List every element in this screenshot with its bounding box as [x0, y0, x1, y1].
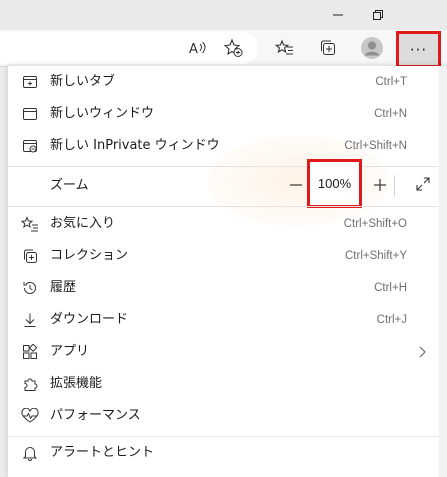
menu-item-history[interactable]: 履歴 Ctrl+H [8, 272, 447, 304]
zoom-divider [394, 175, 395, 197]
menu-item-new-window[interactable]: 新しいウィンドウ Ctrl+N [8, 98, 447, 130]
zoom-level-value: 100% [307, 159, 362, 208]
menu-item-apps[interactable]: アプリ [8, 336, 447, 368]
new-tab-icon [20, 72, 40, 92]
menu-scroll-edge [439, 66, 447, 477]
performance-icon [20, 406, 40, 426]
menu-item-performance[interactable]: パフォーマンス [8, 400, 447, 432]
favorites-icon [275, 38, 295, 58]
zoom-row: ズーム [8, 166, 447, 206]
favorites-button[interactable] [270, 33, 300, 63]
favorites-icon [20, 214, 40, 234]
svg-text:A: A [189, 42, 198, 57]
new-window-icon [20, 104, 40, 124]
extensions-icon [20, 374, 40, 394]
restore-icon [372, 9, 384, 21]
inprivate-window-icon [20, 136, 40, 156]
menu-separator [8, 206, 447, 207]
read-aloud-button[interactable]: A [183, 33, 213, 63]
restore-button[interactable] [358, 2, 398, 28]
zoom-label: ズーム [50, 178, 89, 193]
settings-and-more-button[interactable]: ··· [396, 31, 441, 68]
history-icon [20, 278, 40, 298]
profile-button[interactable] [357, 33, 387, 63]
profile-avatar-icon [360, 36, 384, 60]
add-favorite-icon [223, 38, 243, 58]
chevron-right-icon [413, 343, 431, 361]
menu-item-new-tab[interactable]: 新しいタブ Ctrl+T [8, 66, 447, 98]
menu-item-new-inprivate-window[interactable]: 新しい InPrivate ウィンドウ Ctrl+Shift+N [8, 130, 447, 162]
title-bar [0, 0, 447, 30]
more-icon: ··· [409, 40, 428, 59]
minimize-button[interactable] [318, 2, 358, 28]
minus-icon [289, 177, 303, 196]
menu-item-collections[interactable]: コレクション Ctrl+Shift+Y [8, 240, 447, 272]
menu-item-alerts-and-tips[interactable]: アラートとヒント [8, 437, 447, 469]
minimize-icon [332, 9, 344, 21]
collections-button[interactable] [313, 33, 343, 63]
zoom-in-button[interactable] [365, 171, 395, 201]
add-favorite-button[interactable] [218, 33, 248, 63]
menu-item-extensions[interactable]: 拡張機能 [8, 368, 447, 400]
plus-icon [373, 177, 387, 196]
settings-menu: 新しいタブ Ctrl+T 新しいウィンドウ Ctrl+N 新しい InPriva… [8, 66, 447, 477]
collections-icon [318, 38, 338, 58]
browser-toolbar: A [0, 30, 447, 67]
alerts-bell-icon [20, 443, 40, 463]
fullscreen-icon [415, 176, 431, 196]
apps-icon [20, 342, 40, 362]
menu-item-downloads[interactable]: ダウンロード Ctrl+J [8, 304, 447, 336]
fullscreen-button[interactable] [408, 171, 438, 201]
download-icon [20, 310, 40, 330]
read-aloud-icon: A [188, 39, 208, 57]
collections-icon [20, 246, 40, 266]
menu-item-favorites[interactable]: お気に入り Ctrl+Shift+O [8, 208, 447, 240]
